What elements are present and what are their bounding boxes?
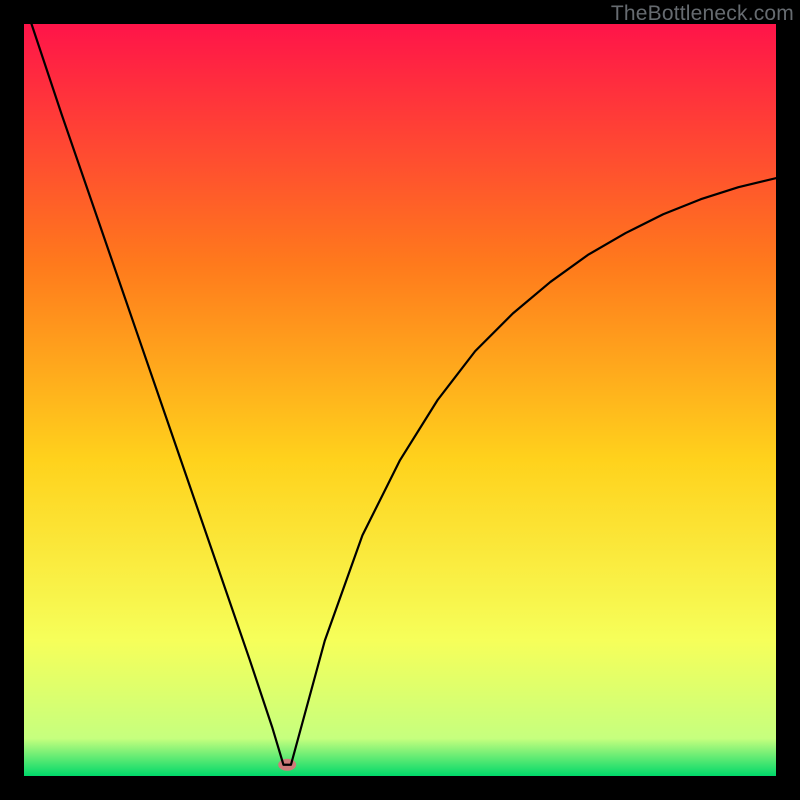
chart-frame: TheBottleneck.com (0, 0, 800, 800)
watermark-text: TheBottleneck.com (611, 2, 794, 26)
chart-svg (24, 24, 776, 776)
gradient-background (24, 24, 776, 776)
plot-area (24, 24, 776, 776)
